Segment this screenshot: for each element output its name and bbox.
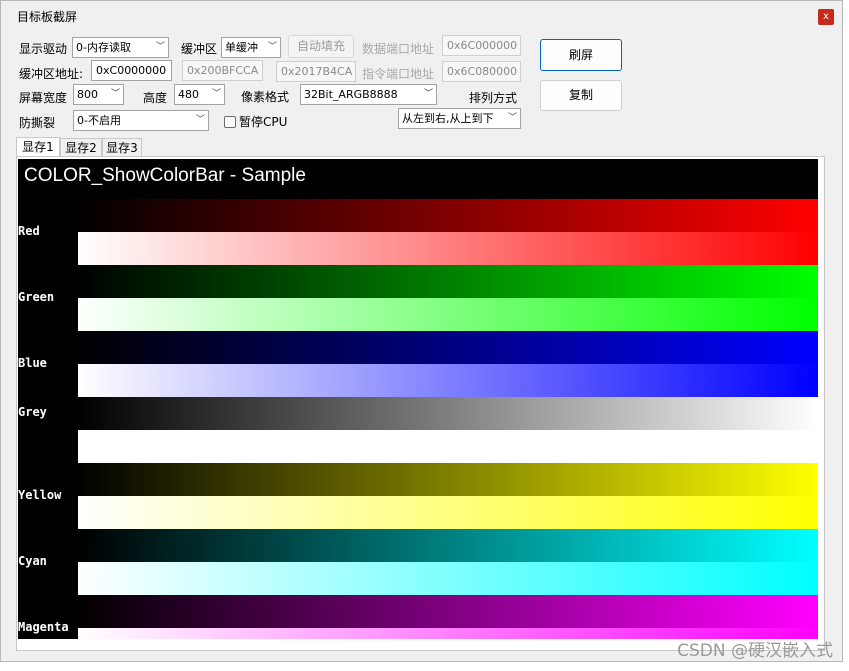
color-bar-label-red: Red	[18, 224, 40, 238]
data-port-field[interactable]: 0x6C000000	[442, 35, 521, 56]
tab-vram2[interactable]: 显存2	[60, 138, 102, 157]
anti-tear-select[interactable]: 0-不启用 ﹀	[73, 110, 209, 131]
cmd-port-label: 指令端口地址	[362, 67, 435, 81]
color-bar-dark-cyan	[78, 529, 818, 562]
pause-cpu-label: 暂停CPU	[239, 115, 288, 129]
screen-capture: COLOR_ShowColorBar - Sample Red Green Blue…	[18, 159, 818, 639]
chevron-down-icon: ﹀	[267, 42, 277, 52]
chevron-down-icon: ﹀	[110, 89, 120, 99]
color-bar-dark-grey	[78, 397, 818, 430]
chevron-down-icon: ﹀	[155, 42, 165, 52]
color-bar-label-grey: Grey	[18, 405, 47, 419]
color-bar-light-grey	[78, 430, 818, 463]
height-value: 480	[178, 88, 199, 101]
color-bar-dark-blue	[78, 331, 818, 364]
color-bar-label-magenta: Magenta	[18, 620, 69, 634]
driver-select[interactable]: 0-内存读取 ﹀	[72, 37, 169, 58]
screen-width-select[interactable]: 800 ﹀	[73, 84, 124, 105]
chevron-down-icon: ﹀	[507, 113, 517, 123]
tab-vram3[interactable]: 显存3	[102, 138, 142, 157]
chevron-down-icon: ﹀	[195, 115, 205, 125]
color-bar-dark-yellow	[78, 463, 818, 496]
driver-label: 显示驱动	[19, 42, 68, 56]
title-bar: 目标板截屏 x	[1, 1, 842, 31]
refresh-button[interactable]: 刷屏	[540, 39, 622, 71]
screen-width-value: 800	[77, 88, 98, 101]
buffer-select-value: 单缓冲	[225, 41, 258, 54]
color-bar-label-cyan: Cyan	[18, 554, 47, 568]
color-bar-dark-magenta	[78, 595, 818, 628]
copy-button[interactable]: 复制	[540, 80, 622, 111]
data-port-label: 数据端口地址	[362, 42, 435, 56]
pixel-format-value: 32Bit_ARGB8888	[304, 88, 398, 101]
cmd-port-field[interactable]: 0x6C080000	[442, 61, 521, 82]
address3-field[interactable]: 0x2017B4CA	[276, 61, 356, 82]
color-bar-light-cyan	[78, 562, 818, 595]
pixel-format-select[interactable]: 32Bit_ARGB8888 ﹀	[300, 84, 437, 105]
color-bar-light-red	[78, 232, 818, 265]
order-label: 排列方式	[469, 91, 518, 105]
screen-heading: COLOR_ShowColorBar - Sample	[24, 165, 306, 186]
order-value: 从左到右,从上到下	[402, 112, 494, 125]
color-bar-light-yellow	[78, 496, 818, 529]
autofill-button[interactable]: 自动填充	[288, 35, 354, 58]
close-button[interactable]: x	[818, 9, 834, 25]
color-bar-label-yellow: Yellow	[18, 488, 62, 502]
address2-field[interactable]: 0x200BFCCA	[182, 60, 263, 81]
screen-width-label: 屏幕宽度	[19, 91, 68, 105]
anti-tear-value: 0-不启用	[77, 114, 121, 127]
pixel-format-label: 像素格式	[241, 90, 290, 104]
driver-select-value: 0-内存读取	[76, 41, 131, 54]
height-select[interactable]: 480 ﹀	[174, 84, 225, 105]
chevron-down-icon: ﹀	[423, 89, 433, 99]
watermark: CSDN @硬汉嵌入式	[677, 641, 833, 661]
color-bar-label-green: Green	[18, 290, 55, 304]
color-bar-light-blue	[78, 364, 818, 397]
pause-cpu-checkbox[interactable]: 暂停CPU	[224, 113, 287, 130]
anti-tear-label: 防撕裂	[19, 116, 56, 130]
checkbox-box	[224, 115, 236, 128]
height-label: 高度	[143, 91, 168, 105]
window-title: 目标板截屏	[17, 10, 78, 24]
buffer-address-label: 缓冲区地址:	[19, 67, 84, 81]
color-bar-dark-green	[78, 265, 818, 298]
color-bar-label-blue: Blue	[18, 356, 47, 370]
order-select[interactable]: 从左到右,从上到下 ﹀	[398, 108, 521, 129]
buffer-label: 缓冲区	[181, 42, 218, 56]
chevron-down-icon: ﹀	[211, 89, 221, 99]
buffer-select[interactable]: 单缓冲 ﹀	[221, 37, 281, 58]
color-bar-light-green	[78, 298, 818, 331]
buffer-address-field[interactable]: 0xC0000000	[91, 60, 172, 81]
tab-vram1[interactable]: 显存1	[16, 137, 60, 157]
color-bar-dark-red	[78, 199, 818, 232]
